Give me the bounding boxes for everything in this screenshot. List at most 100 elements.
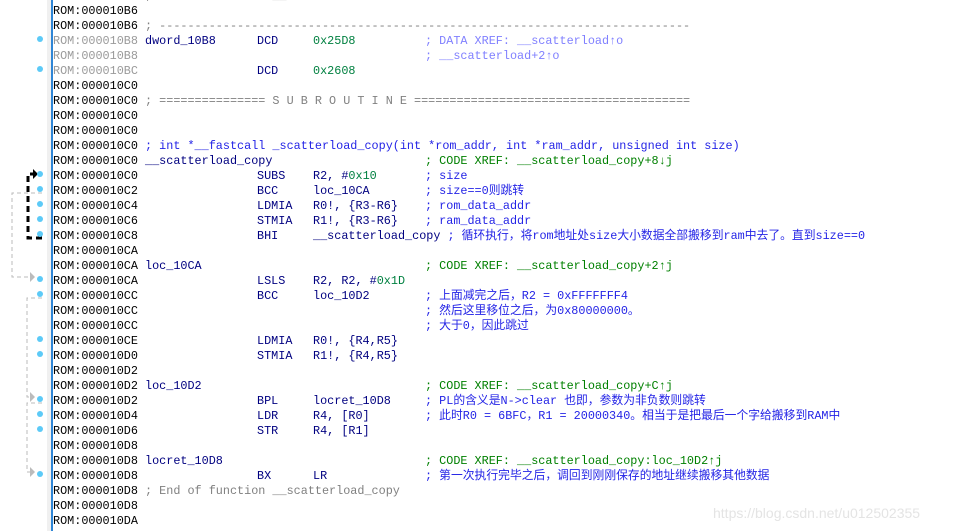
xref-comment[interactable]: ; __scatterload+2↑o bbox=[425, 49, 560, 63]
mnemonic: DCD bbox=[257, 64, 279, 78]
operand-number: 0x2608 bbox=[313, 64, 356, 78]
address: ROM:000010C0 bbox=[53, 124, 138, 138]
operands: R2, R2, #0x1D bbox=[313, 274, 425, 289]
line-body: SUBS R2, #0x10; size bbox=[145, 169, 467, 184]
function-prototype: ; int *__fastcall _scatterload_copy(int … bbox=[145, 139, 740, 153]
listing-line[interactable]: ROM:000010CC ; 大于0，因此跳过 bbox=[0, 319, 956, 334]
listing-line[interactable]: ROM:000010C0 bbox=[0, 109, 956, 124]
listing-line[interactable]: ROM:000010C2 BCC loc_10CA ; size==0则跳转 bbox=[0, 184, 956, 199]
separator-comment: ; End of function __scatterload_copy bbox=[145, 484, 400, 498]
comment: ; 然后这里移位之后，为0x80000000。 bbox=[425, 304, 640, 318]
listing-line[interactable]: ROM:000010D4 LDR R4, [R0] ; 此时R0 = 6BFC，R1 … bbox=[0, 409, 956, 424]
listing-line[interactable]: ROM:000010B8 ; __scatterload+2↑o bbox=[0, 49, 956, 64]
xref-comment[interactable]: ; DATA XREF: __scatterload↑o bbox=[425, 34, 623, 48]
comment: ; 第一次执行完毕之后，调回到刚刚保存的地址继续搬移其他数据 bbox=[425, 469, 770, 483]
address: ROM:000010C0 bbox=[53, 139, 138, 153]
operand-number: 0x25D8 bbox=[313, 34, 356, 48]
xref-comment[interactable]: ; CODE XREF: __scatterload_copy+C↑j bbox=[425, 379, 673, 393]
listing-line[interactable]: ROM:000010CE LDMIA R0!, {R4,R5} bbox=[0, 334, 956, 349]
address: ROM:000010CA bbox=[53, 244, 138, 258]
xref-comment[interactable]: ; CODE XREF: __scatterload_copy+2↑j bbox=[425, 259, 673, 273]
listing-line[interactable]: ROM:000010C0 ; =============== S U B R O … bbox=[0, 94, 956, 109]
code-label[interactable]: locret_10D8 bbox=[145, 454, 425, 469]
address: ROM:000010DA bbox=[53, 514, 138, 528]
listing-line[interactable]: ROM:000010CC ; 然后这里移位之后，为0x80000000。 bbox=[0, 304, 956, 319]
listing-line[interactable]: ROM:000010C8 BHI __scatterload_copy ; 循环执行，… bbox=[0, 229, 956, 244]
address: ROM:000010B6 bbox=[53, 4, 138, 18]
comment: ; 上面减完之后，R2 = 0xFFFFFFF4 bbox=[425, 289, 628, 303]
address: ROM:000010C0 bbox=[53, 79, 138, 93]
listing-line[interactable]: ROM:000010D8 BX LR ; 第一次执行完毕之后，调回到刚刚保存的地址继续… bbox=[0, 469, 956, 484]
address: ROM:000010CC bbox=[53, 289, 138, 303]
operand: R2, R2, # bbox=[313, 274, 377, 288]
listing-line[interactable]: ROM:000010D8 ; End of function __scatterl… bbox=[0, 484, 956, 499]
mnemonic: SUBS bbox=[257, 169, 286, 183]
xref-comment[interactable]: ; CODE XREF: __scatterload_copy:loc_10D2… bbox=[425, 454, 722, 468]
listing-line[interactable]: ROM:000010C6 STMIA R1!, {R3-R6} ; ram_data_… bbox=[0, 214, 956, 229]
xref-comment[interactable]: ; CODE XREF: __scatterload_copy+8↓j bbox=[425, 154, 673, 168]
address: ROM:000010D8 bbox=[53, 454, 138, 468]
listing-line[interactable]: ROM:000010C0 bbox=[0, 124, 956, 139]
address: ROM:000010B8 bbox=[53, 34, 138, 48]
listing-line[interactable]: ROM:000010C0 SUBS R2, #0x10; size bbox=[0, 169, 956, 184]
listing-line[interactable]: ROM:000010CA bbox=[0, 244, 956, 259]
listing-line[interactable]: ROM:000010C4 LDMIA R0!, {R3-R6} ; rom_data_… bbox=[0, 199, 956, 214]
line-body: dword_10B8 DCD 0x25D8 ; DATA XREF: __scatte… bbox=[145, 34, 623, 49]
listing-line[interactable]: ROM:000010B6 bbox=[0, 4, 956, 19]
line-body: STR R4, [R1] bbox=[145, 424, 425, 439]
comment: ; 此时R0 = 6BFC，R1 = 20000340。相当于是把最后一个字给搬… bbox=[425, 409, 841, 423]
listing-line[interactable]: ROM:000010C0 ; int *__fastcall _scatterlo… bbox=[0, 139, 956, 154]
separator-comment: ; =============== S U B R O U T I N E ==… bbox=[145, 94, 691, 108]
listing-line[interactable]: ROM:000010BC DCD 0x2608 bbox=[0, 64, 956, 79]
operands: R2, #0x10 bbox=[313, 169, 425, 184]
operands: R1!, {R4,R5} bbox=[313, 349, 425, 364]
listing-line[interactable]: ROM:000010D8 locret_10D8; CODE XREF: __sc… bbox=[0, 454, 956, 469]
separator-comment: ; End of function __scatterload bbox=[145, 0, 364, 3]
mnemonic: LDMIA bbox=[257, 334, 293, 348]
watermark: https://blog.csdn.net/u012502355 bbox=[713, 505, 921, 521]
operands: LR bbox=[313, 469, 425, 484]
code-label[interactable]: __scatterload_copy bbox=[145, 154, 425, 169]
line-body: LDMIA R0!, {R4,R5} bbox=[145, 334, 425, 349]
listing-line[interactable]: ROM:000010B8 dword_10B8 DCD 0x25D8 ; DATA XR… bbox=[0, 34, 956, 49]
operand: __scatterload_copy bbox=[313, 229, 441, 243]
line-body: ; 然后这里移位之后，为0x80000000。 bbox=[145, 304, 640, 319]
comment: ; size bbox=[425, 169, 468, 183]
line-body: LDMIA R0!, {R3-R6} ; rom_data_addr bbox=[145, 199, 531, 214]
operands: R4, [R0] bbox=[313, 409, 425, 424]
code-label[interactable]: loc_10D2 bbox=[145, 379, 425, 394]
comment: ; ram_data_addr bbox=[425, 214, 532, 228]
operand: loc_10CA bbox=[313, 184, 370, 198]
listing-line[interactable]: ROM:000010D2 bbox=[0, 364, 956, 379]
address: ROM:000010D2 bbox=[53, 379, 138, 393]
listing-line[interactable]: ROM:000010D2 loc_10D2; CODE XREF: __scatt… bbox=[0, 379, 956, 394]
listing-line[interactable]: ROM:000010D2 BPL locret_10D8 ; PL的含义是N->cle… bbox=[0, 394, 956, 409]
line-body: BPL locret_10D8 ; PL的含义是N->clear 也即，参数为非负数… bbox=[145, 394, 706, 409]
address: ROM:000010CE bbox=[53, 334, 138, 348]
operand: R0!, {R4,R5} bbox=[313, 334, 398, 348]
listing-line[interactable]: ROM:000010D8 bbox=[0, 439, 956, 454]
listing-line[interactable]: ROM:000010C0 __scatterload_copy; CODE XRE… bbox=[0, 154, 956, 169]
code-label[interactable]: dword_10B8 bbox=[145, 34, 257, 49]
mnemonic: LSLS bbox=[257, 274, 286, 288]
line-body: ; End of function __scatterload_copy bbox=[145, 484, 400, 499]
line-body: loc_10D2; CODE XREF: __scatterload_copy+… bbox=[145, 379, 673, 394]
line-body: ; --------------------------------------… bbox=[145, 19, 690, 34]
operand: R4, [R0] bbox=[313, 409, 370, 423]
listing-line[interactable]: ROM:000010CA LSLS R2, R2, #0x1D bbox=[0, 274, 956, 289]
line-body: BCC loc_10D2 ; 上面减完之后，R2 = 0xFFFFFFF4 bbox=[145, 289, 628, 304]
code-label[interactable]: loc_10CA bbox=[145, 259, 425, 274]
listing-line[interactable]: ROM:000010C0 bbox=[0, 79, 956, 94]
listing-line[interactable]: ROM:000010B6 ; --------------------------… bbox=[0, 19, 956, 34]
listing-line[interactable]: ROM:000010D0 STMIA R1!, {R4,R5} bbox=[0, 349, 956, 364]
comment: ; rom_data_addr bbox=[425, 199, 532, 213]
comment: ; size==0则跳转 bbox=[425, 184, 525, 198]
listing-line[interactable]: ROM:000010D6 STR R4, [R1] bbox=[0, 424, 956, 439]
comment: ; PL的含义是N->clear 也即，参数为非负数则跳转 bbox=[425, 394, 706, 408]
listing-line[interactable]: ROM:000010CC BCC loc_10D2 ; 上面减完之后，R2 = 0xF… bbox=[0, 289, 956, 304]
listing-line[interactable]: ROM:000010CA loc_10CA; CODE XREF: __scatt… bbox=[0, 259, 956, 274]
operands: R0!, {R4,R5} bbox=[313, 334, 425, 349]
mnemonic: BX bbox=[257, 469, 272, 483]
line-body: BHI __scatterload_copy ; 循环执行，将rom地址处size大… bbox=[145, 229, 865, 244]
operands: 0x2608 bbox=[313, 64, 425, 79]
